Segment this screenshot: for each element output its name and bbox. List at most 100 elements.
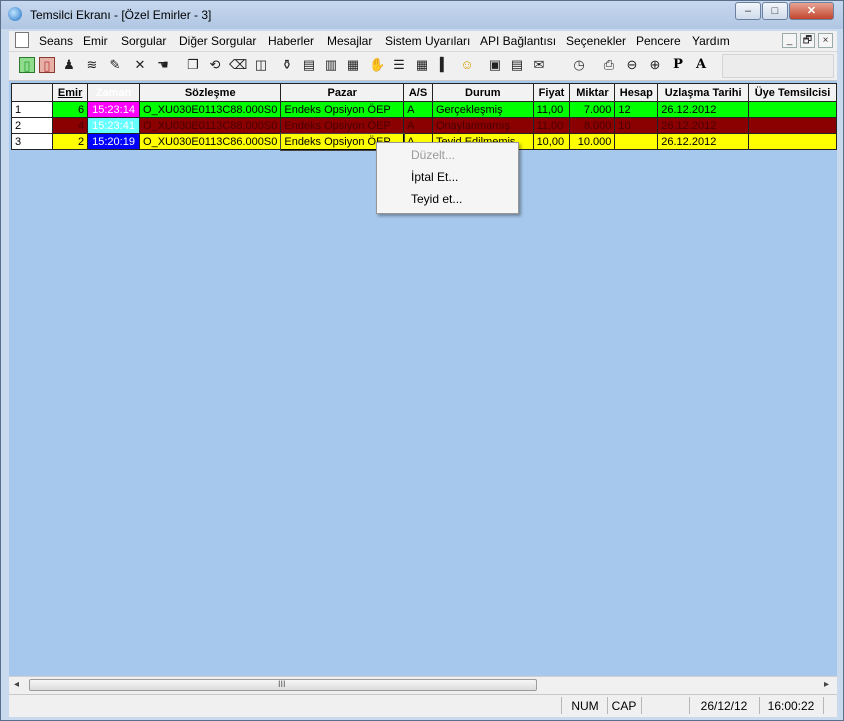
cell-fiyat[interactable]: 10,00	[532, 133, 571, 150]
cell-as[interactable]: A	[403, 101, 433, 118]
cell-sozlesme[interactable]: O_XU030E0113C86.000S0	[139, 133, 282, 150]
panel-icon[interactable]: ◫	[253, 57, 269, 73]
printer-icon[interactable]: ⎙	[601, 57, 617, 73]
menu-sistem-uyarilari[interactable]: Sistem Uyarıları	[385, 34, 470, 48]
menu-sorgular[interactable]: Sorgular	[121, 34, 166, 48]
page-icon[interactable]: ▤	[301, 57, 317, 73]
cell-as[interactable]: A	[403, 117, 433, 134]
col-header-sozlesme[interactable]: Sözleşme	[139, 83, 282, 102]
cell-uzlasma-tarihi[interactable]: 26.12.2012	[657, 117, 750, 134]
context-item-iptal-et[interactable]: İptal Et...	[411, 170, 458, 184]
cell-emir[interactable]: 4	[52, 117, 89, 134]
document-icon[interactable]: ▥	[323, 57, 339, 73]
menu-emir[interactable]: Emir	[83, 34, 108, 48]
cell-hesap[interactable]: 10	[614, 117, 659, 134]
cell-zaman[interactable]: 15:23:14	[87, 101, 141, 118]
eraser-icon[interactable]: ⌫	[229, 57, 247, 73]
cell-zaman[interactable]: 15:23:41	[87, 117, 141, 134]
mdi-close-button[interactable]: ×	[818, 33, 833, 48]
cell-fiyat[interactable]: 11,00	[532, 101, 571, 118]
chess-pawn-icon[interactable]: ♟	[61, 57, 77, 73]
cell-uye-temsilcisi[interactable]	[748, 133, 837, 150]
row-number[interactable]: 3	[10, 133, 54, 150]
close-button[interactable]: ✕	[789, 2, 834, 20]
stack-icon[interactable]: ≋	[84, 57, 100, 73]
cell-hesap[interactable]: 12	[614, 101, 659, 118]
smiley-icon[interactable]: ☺	[459, 57, 475, 73]
document-menu-icon[interactable]	[15, 32, 29, 48]
col-header-pazar[interactable]: Pazar	[280, 83, 405, 102]
col-header-as[interactable]: A/S	[403, 83, 433, 102]
scroll-left-arrow-icon[interactable]: ◂	[14, 679, 19, 690]
title-bar[interactable]: Temsilci Ekranı - [Özel Emirler - 3] – □…	[1, 1, 843, 29]
scroll-right-arrow-icon[interactable]: ▸	[824, 679, 829, 690]
context-item-teyid-et[interactable]: Teyid et...	[411, 192, 462, 206]
new-green-icon[interactable]: ▯	[19, 57, 35, 73]
cell-uzlasma-tarihi[interactable]: 26.12.2012	[657, 133, 750, 150]
cell-sozlesme[interactable]: O_XU030E0113C88.000S0	[139, 101, 282, 118]
bar-chart-icon[interactable]: ▍	[437, 57, 453, 73]
cell-miktar[interactable]: 7.000	[569, 101, 616, 118]
col-header-rowno[interactable]	[10, 83, 54, 102]
mdi-restore-button[interactable]: 🗗	[800, 33, 815, 48]
horizontal-scrollbar[interactable]: ◂ III ▸	[9, 676, 837, 694]
book-open-icon[interactable]: ▤	[509, 57, 525, 73]
table-row[interactable]: 2 4 15:23:41 O_XU030E0113C88.000S0 Endek…	[10, 117, 837, 134]
cell-durum[interactable]: Onaylanmamış	[431, 117, 534, 134]
col-header-hesap[interactable]: Hesap	[614, 83, 659, 102]
cell-miktar[interactable]: 8.000	[569, 117, 616, 134]
clock-icon[interactable]: ◷	[571, 57, 587, 73]
book-icon[interactable]: ▣	[487, 57, 503, 73]
menu-yardim[interactable]: Yardım	[692, 34, 730, 48]
cell-emir[interactable]: 2	[52, 133, 89, 150]
inbox-icon[interactable]: ✉	[531, 57, 547, 73]
edit-note-icon[interactable]: ✎	[107, 57, 123, 73]
columns-icon[interactable]: ▦	[414, 57, 430, 73]
cell-emir[interactable]: 6	[52, 101, 89, 118]
row-number[interactable]: 1	[10, 101, 54, 118]
mdi-minimize-button[interactable]: _	[782, 33, 797, 48]
col-header-zaman[interactable]: Zaman	[87, 83, 141, 102]
new-red-icon[interactable]: ▯	[39, 57, 55, 73]
cross-icon[interactable]: ✕	[132, 57, 148, 73]
menu-diger-sorgular[interactable]: Diğer Sorgular	[179, 34, 256, 48]
col-header-durum[interactable]: Durum	[431, 83, 534, 102]
cell-sozlesme[interactable]: O_XU030E0113C88.000S0	[139, 117, 282, 134]
col-header-emir[interactable]: Emir	[52, 83, 89, 102]
p-letter-icon[interactable]: P	[670, 57, 686, 73]
col-header-fiyat[interactable]: Fiyat	[532, 83, 571, 102]
col-header-uye-temsilcisi[interactable]: Üye Temsilcisi	[748, 83, 837, 102]
menu-pencere[interactable]: Pencere	[636, 34, 681, 48]
cell-pazar[interactable]: Endeks Opsiyon ÖEP	[280, 117, 405, 134]
menu-mesajlar[interactable]: Mesajlar	[327, 34, 372, 48]
a-letter-icon[interactable]: A	[693, 57, 709, 73]
hand-stop-icon[interactable]: ✋	[369, 57, 385, 73]
bottle-icon[interactable]: ⚱	[279, 57, 295, 73]
cell-pazar[interactable]: Endeks Opsiyon ÖEP	[280, 101, 405, 118]
menu-secenekler[interactable]: Seçenekler	[566, 34, 626, 48]
loop-icon[interactable]: ⟲	[207, 57, 223, 73]
zoom-out-icon[interactable]: ⊖	[624, 57, 640, 73]
row-number[interactable]: 2	[10, 117, 54, 134]
table-row[interactable]: 1 6 15:23:14 O_XU030E0113C88.000S0 Endek…	[10, 101, 837, 118]
col-header-miktar[interactable]: Miktar	[569, 83, 616, 102]
cell-durum[interactable]: Gerçekleşmiş	[431, 101, 534, 118]
col-header-uzlasma-tarihi[interactable]: Uzlaşma Tarihi	[657, 83, 750, 102]
maximize-button[interactable]: □	[762, 2, 788, 20]
cell-zaman[interactable]: 15:20:19	[87, 133, 141, 150]
list-lines-icon[interactable]: ☰	[391, 57, 407, 73]
menu-api-baglantisi[interactable]: API Bağlantısı	[480, 34, 556, 48]
hand-icon[interactable]: ☚	[155, 57, 171, 73]
cell-uzlasma-tarihi[interactable]: 26.12.2012	[657, 101, 750, 118]
papers-icon[interactable]: ▦	[345, 57, 361, 73]
cell-uye-temsilcisi[interactable]	[748, 117, 837, 134]
cell-fiyat[interactable]: 11,00	[532, 117, 571, 134]
zoom-in-icon[interactable]: ⊕	[647, 57, 663, 73]
window-copy-icon[interactable]: ❐	[185, 57, 201, 73]
cell-uye-temsilcisi[interactable]	[748, 101, 837, 118]
cell-hesap[interactable]	[614, 133, 659, 150]
cell-miktar[interactable]: 10.000	[569, 133, 616, 150]
scroll-thumb[interactable]: III	[29, 679, 537, 691]
minimize-button[interactable]: –	[735, 2, 761, 20]
menu-haberler[interactable]: Haberler	[268, 34, 314, 48]
